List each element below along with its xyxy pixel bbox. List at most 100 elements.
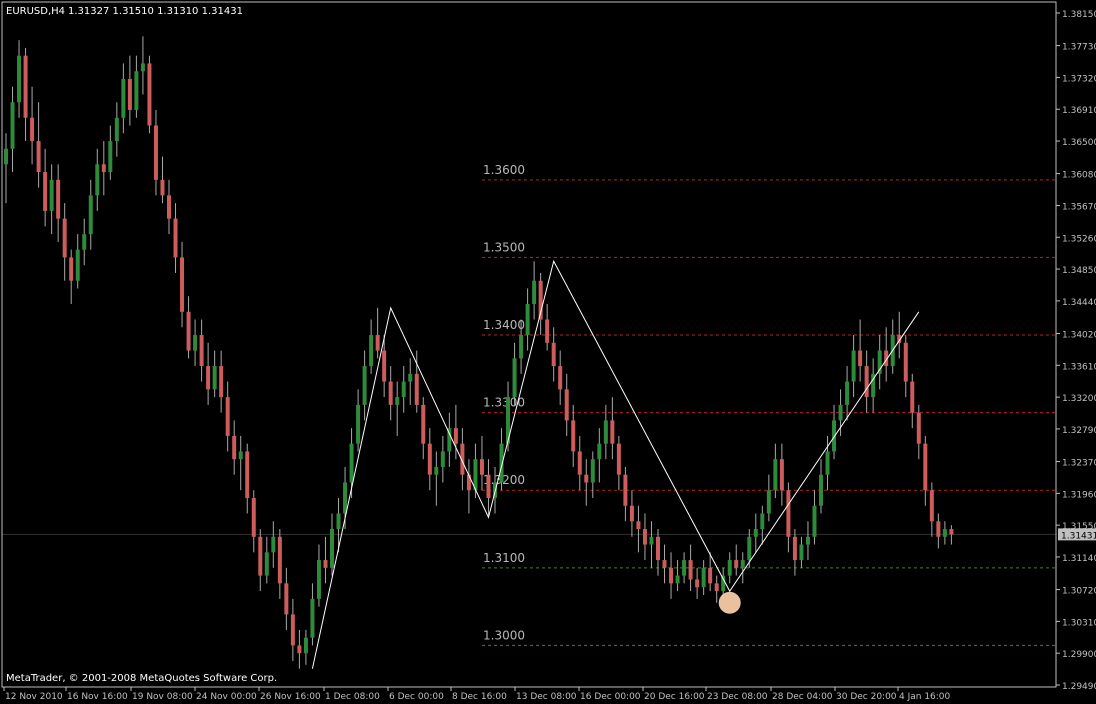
price-tick-label-0: 1.38150 (1062, 10, 1096, 20)
candle-body-109 (714, 583, 719, 592)
candle-body-9 (62, 218, 67, 258)
candle-body-93 (610, 420, 615, 444)
candle-body-47 (310, 598, 315, 638)
candle-body-128 (838, 404, 843, 421)
candle-body-131 (858, 350, 863, 367)
candle-body-125 (819, 474, 823, 506)
price-tick-label-2: 1.37320 (1062, 74, 1096, 84)
candle-body-102 (669, 567, 674, 584)
price-tick-label-21: 1.29490 (1062, 682, 1096, 692)
candle-body-5 (36, 141, 41, 173)
candle-body-76 (499, 443, 504, 483)
candle-body-21 (140, 63, 145, 72)
candle-body-11 (75, 249, 80, 281)
current-price-label: 1.31431 (1061, 531, 1096, 541)
candle-body-2 (17, 55, 22, 103)
candle-body-4 (30, 117, 35, 142)
candle-body-67 (440, 451, 445, 467)
price-tick-label-5: 1.36080 (1062, 171, 1096, 181)
candle-body-40 (264, 552, 269, 576)
candle-body-60 (395, 397, 400, 405)
price-tick-label-8: 1.34850 (1062, 266, 1096, 276)
candle-body-53 (349, 443, 354, 483)
candle-body-54 (356, 404, 361, 444)
candle-body-50 (330, 529, 334, 568)
candle-body-105 (688, 560, 693, 580)
candle-body-86 (564, 389, 569, 421)
candle-body-119 (779, 459, 784, 491)
candle-body-83 (545, 319, 550, 343)
time-tick-label-8: 13 Dec 08:00 (516, 692, 577, 702)
price-tick-label-10: 1.34020 (1062, 330, 1096, 340)
price-tick-label-19: 1.30310 (1062, 618, 1096, 628)
candle-body-81 (532, 280, 537, 304)
candle-body-26 (173, 218, 178, 258)
candle-body-0 (4, 148, 8, 165)
candle-body-61 (401, 381, 406, 398)
candle-body-8 (56, 179, 61, 219)
candle-body-30 (199, 335, 204, 367)
candle-body-1 (10, 102, 15, 149)
candle-body-141 (923, 443, 928, 491)
price-tick-label-7: 1.35260 (1062, 234, 1096, 244)
low-highlight-marker (718, 591, 741, 614)
time-tick-label-11: 23 Dec 08:00 (707, 692, 768, 702)
candle-body-44 (290, 614, 295, 646)
candle-body-38 (251, 497, 256, 537)
candle-body-64 (421, 404, 426, 444)
candle-body-16 (108, 141, 113, 173)
candle-body-80 (525, 303, 530, 336)
candle-body-12 (82, 234, 87, 250)
candle-body-24 (160, 179, 165, 196)
candle-body-100 (656, 536, 660, 561)
candle-body-73 (479, 459, 484, 475)
level-label-0: 1.3600 (483, 163, 525, 177)
price-tick-label-6: 1.35670 (1062, 202, 1096, 212)
candle-body-65 (427, 443, 432, 475)
price-tick-label-14: 1.32370 (1062, 459, 1096, 469)
candle-body-103 (675, 575, 680, 584)
candle-body-52 (343, 482, 348, 514)
candle-body-114 (747, 536, 752, 561)
chart-symbol-label: EURUSD,H4 (6, 6, 65, 17)
candle-body-71 (466, 474, 471, 491)
price-tick-label-4: 1.36500 (1062, 138, 1096, 148)
candle-22 (147, 55, 152, 134)
candle-body-28 (186, 311, 191, 351)
candle-body-118 (773, 459, 778, 491)
candle-body-94 (616, 443, 621, 475)
time-tick-label-3: 24 Nov 00:00 (196, 692, 257, 702)
candle-body-7 (49, 179, 54, 211)
candle-body-88 (577, 451, 582, 475)
candle-body-31 (206, 366, 211, 390)
time-tick-label-6: 6 Dec 00:00 (389, 692, 444, 702)
candle-body-29 (193, 335, 198, 351)
candle-body-63 (414, 373, 419, 405)
price-tick-label-12: 1.33200 (1062, 394, 1096, 404)
candle-body-101 (662, 560, 667, 568)
candle-body-117 (766, 490, 771, 514)
chart-ohlc-label: 1.31327 1.31510 1.31310 1.31431 (68, 6, 243, 17)
candle-body-112 (734, 560, 739, 568)
candle-body-58 (382, 350, 387, 382)
candle-body-143 (936, 521, 941, 537)
candle-body-35 (232, 435, 237, 460)
candle-body-87 (571, 420, 576, 452)
candle-body-56 (369, 335, 374, 367)
candle-body-51 (336, 513, 341, 530)
candle-body-62 (408, 373, 413, 382)
candle-body-74 (486, 474, 491, 498)
candle-body-33 (219, 366, 224, 398)
candle-body-78 (512, 358, 517, 398)
candle-body-99 (649, 536, 654, 545)
candle-body-89 (584, 474, 589, 483)
candle-body-39 (258, 536, 263, 576)
candle-body-14 (95, 164, 100, 196)
candle-body-43 (284, 583, 289, 615)
candle-body-55 (362, 366, 367, 405)
time-tick-label-7: 8 Dec 16:00 (452, 692, 507, 702)
candle-body-59 (388, 381, 393, 405)
candle-body-32 (212, 366, 217, 390)
price-chart[interactable]: 1.36001.35001.34001.33001.32001.31001.30… (0, 0, 1096, 704)
candle-body-139 (910, 381, 915, 413)
